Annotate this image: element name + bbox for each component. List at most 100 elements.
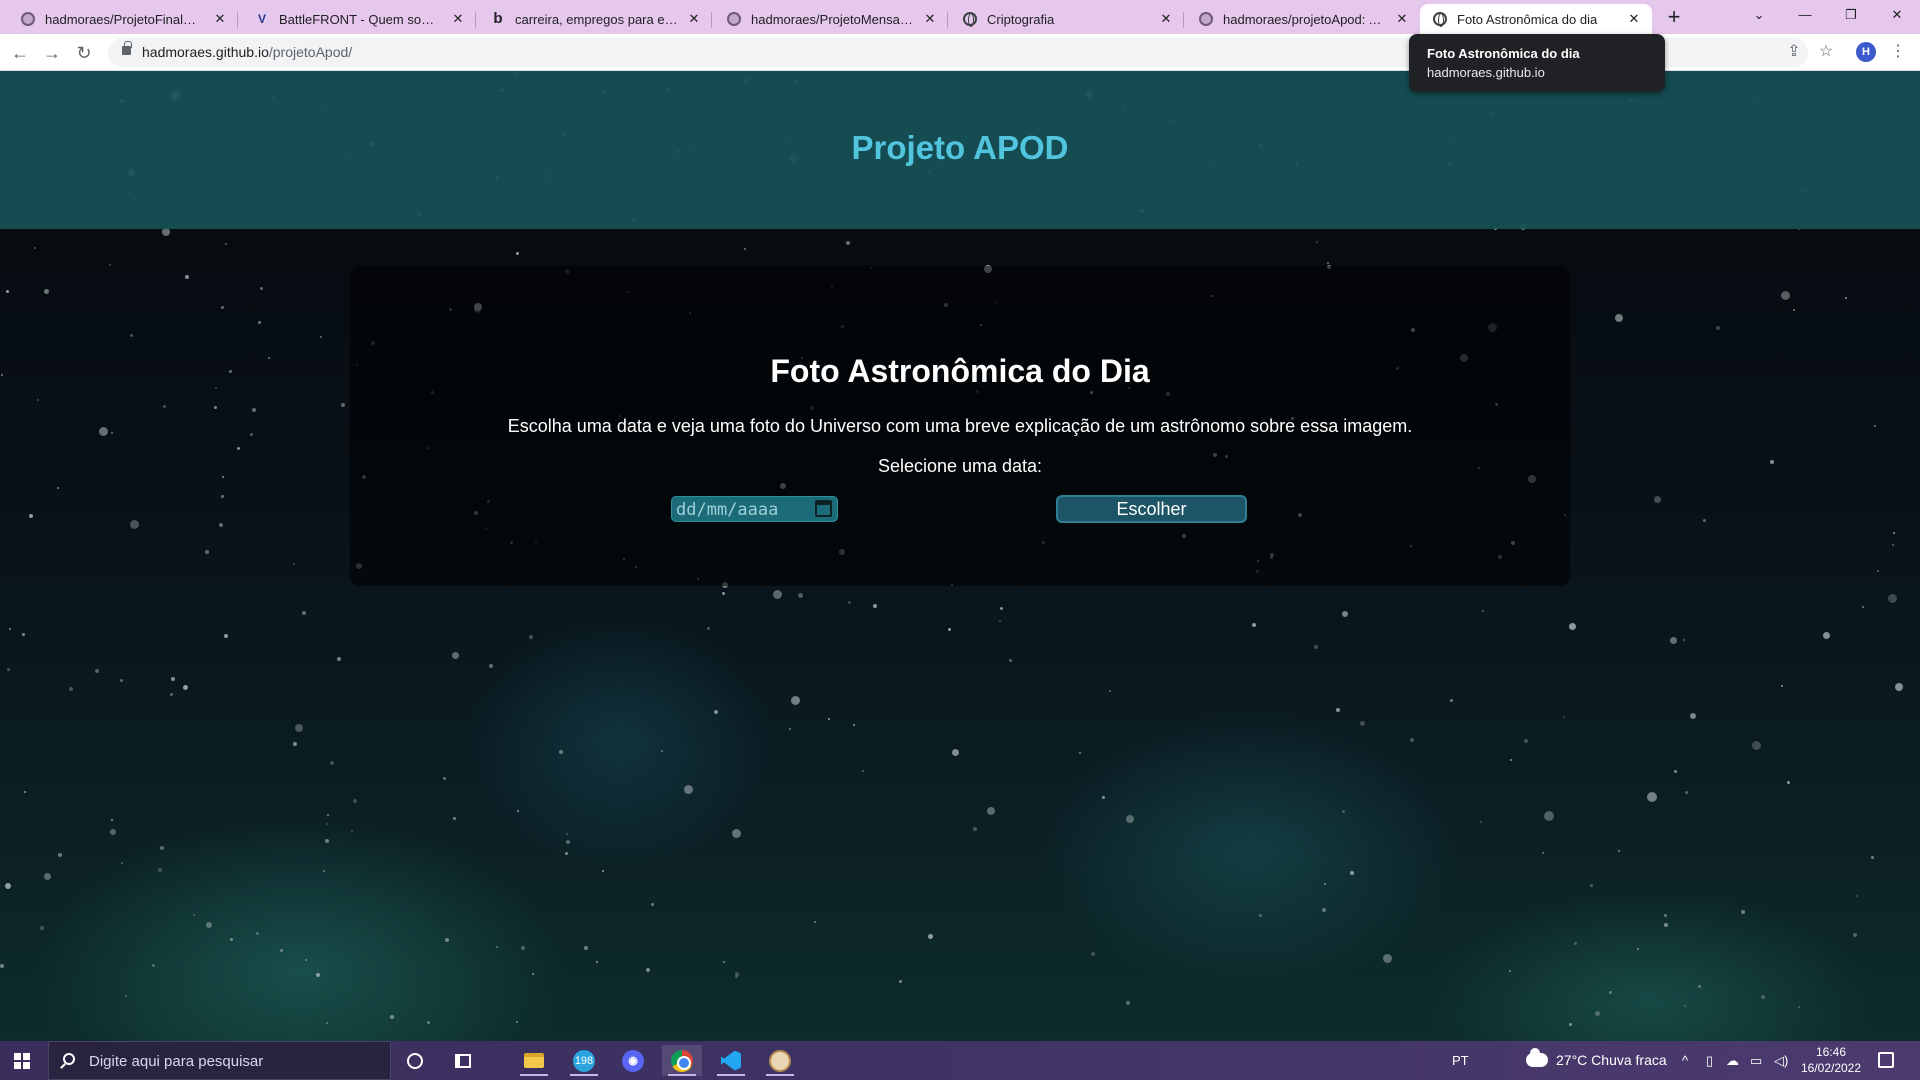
star-dot	[330, 761, 334, 765]
discord-icon[interactable]: ◉	[613, 1045, 653, 1076]
star-dot	[1703, 519, 1706, 522]
close-icon[interactable]: ✕	[686, 11, 702, 27]
star-dot	[1716, 326, 1720, 330]
star-dot	[193, 914, 195, 916]
date-input[interactable]: dd/mm/aaaa	[671, 496, 838, 522]
star-dot	[735, 975, 738, 978]
url-host: hadmoraes.github.io	[142, 44, 269, 60]
close-icon[interactable]: ✕	[1394, 11, 1410, 27]
star-dot	[1322, 908, 1326, 912]
taskbar-search-box[interactable]: Digite aqui para pesquisar	[48, 1041, 391, 1080]
calendar-icon[interactable]	[815, 500, 832, 517]
star-dot	[516, 1021, 518, 1023]
star-dot	[293, 563, 295, 565]
close-icon[interactable]: ✕	[450, 11, 466, 27]
cortana-icon[interactable]	[395, 1045, 435, 1076]
profile-avatar[interactable]: H	[1856, 42, 1876, 62]
minimize-button[interactable]: —	[1782, 0, 1828, 30]
star-dot	[280, 949, 283, 952]
notification-icon[interactable]	[1878, 1052, 1894, 1068]
onedrive-cloud-icon[interactable]: ☁	[1726, 1041, 1739, 1080]
chevron-up-icon[interactable]: ^	[1682, 1041, 1688, 1080]
url-path: /projetoApod/	[268, 44, 353, 60]
star-dot	[999, 620, 1001, 622]
bookmark-star-icon[interactable]: ☆	[1812, 38, 1840, 66]
weather-text[interactable]: 27°C Chuva fraca	[1556, 1041, 1667, 1080]
task-view-icon[interactable]	[443, 1045, 483, 1076]
star-dot	[532, 973, 534, 975]
close-icon[interactable]: ✕	[1626, 11, 1642, 27]
star-dot	[7, 668, 10, 671]
tab-criptografia[interactable]: Criptografia ✕	[950, 4, 1184, 34]
telegram-icon[interactable]: 198	[564, 1045, 604, 1076]
star-dot	[661, 750, 663, 752]
star-dot	[214, 406, 217, 409]
github-icon	[1198, 11, 1214, 27]
tab-carreira[interactable]: b carreira, empregos para estágio ✕	[478, 4, 712, 34]
vscode-icon[interactable]	[711, 1045, 751, 1076]
tab-battlefront[interactable]: V BattleFRONT - Quem somos nós ✕	[242, 4, 476, 34]
close-icon[interactable]: ✕	[212, 11, 228, 27]
star-dot	[1741, 910, 1745, 914]
close-icon[interactable]: ✕	[1158, 11, 1174, 27]
star-dot	[1079, 752, 1081, 754]
star-dot	[529, 635, 533, 639]
star-dot	[1509, 970, 1511, 972]
network-icon[interactable]: ▭	[1750, 1041, 1762, 1080]
star-dot	[1102, 796, 1105, 799]
tab-github-projetofinal[interactable]: hadmoraes/ProjetoFinalModulo ✕	[8, 4, 238, 34]
star-dot	[1542, 852, 1544, 854]
language-indicator[interactable]: PT	[1452, 1041, 1469, 1080]
star-dot	[163, 405, 166, 408]
file-explorer-icon[interactable]	[514, 1045, 554, 1076]
url-text[interactable]: hadmoraes.github.io/projetoApod/	[142, 44, 352, 60]
star-dot	[302, 611, 306, 615]
lock-icon[interactable]	[122, 41, 132, 55]
tab-title: BattleFRONT - Quem somos nós	[279, 11, 444, 27]
tab-github-projetoapod[interactable]: hadmoraes/projetoApod: A Nas ✕	[1186, 4, 1420, 34]
star-dot	[1823, 632, 1830, 639]
new-tab-button[interactable]: +	[1660, 4, 1688, 30]
star-dot	[1091, 952, 1095, 956]
restore-button[interactable]: ❐	[1828, 0, 1874, 30]
star-dot	[1524, 739, 1528, 743]
close-icon[interactable]: ✕	[922, 11, 938, 27]
chrome-icon[interactable]	[662, 1045, 702, 1076]
tab-search-icon[interactable]: ⌄	[1736, 0, 1782, 30]
windows-start-icon[interactable]	[14, 1053, 30, 1069]
reload-icon[interactable]: ↻	[70, 39, 98, 67]
tab-github-projetomensagem[interactable]: hadmoraes/ProjetoMensagemC ✕	[714, 4, 948, 34]
star-dot	[29, 514, 33, 518]
star-dot	[1685, 791, 1688, 794]
star-dot	[1781, 291, 1790, 300]
star-dot	[219, 523, 223, 527]
star-dot	[1877, 570, 1879, 572]
star-dot	[1569, 623, 1576, 630]
star-dot	[1664, 914, 1667, 917]
star-dot	[152, 964, 155, 967]
star-dot	[1574, 942, 1577, 945]
star-dot	[24, 791, 26, 793]
close-window-button[interactable]: ✕	[1874, 0, 1920, 30]
tab-foto-astronomica[interactable]: Foto Astronômica do dia ✕	[1420, 4, 1652, 34]
system-clock[interactable]: 16:46 16/02/2022	[1794, 1044, 1868, 1076]
star-dot	[5, 883, 11, 889]
star-dot	[773, 590, 782, 599]
choose-button[interactable]: Escolher	[1056, 495, 1247, 523]
star-dot	[1480, 821, 1482, 823]
menu-kebab-icon[interactable]: ⋮	[1884, 38, 1912, 66]
device-icon[interactable]: ▯	[1706, 1041, 1713, 1080]
star-dot	[596, 961, 598, 963]
back-arrow-icon[interactable]: ←	[6, 39, 34, 67]
weather-cloud-icon[interactable]	[1526, 1048, 1548, 1067]
forward-arrow-icon[interactable]: →	[38, 39, 66, 67]
star-dot	[1482, 610, 1484, 612]
page-header: Projeto APOD	[0, 71, 1920, 229]
star-dot	[120, 679, 123, 682]
star-dot	[1126, 1001, 1130, 1005]
paint-icon[interactable]	[760, 1045, 800, 1076]
star-dot	[252, 408, 256, 412]
star-dot	[121, 862, 123, 864]
share-icon[interactable]: ⇪	[1780, 38, 1808, 66]
volume-icon[interactable]: ◁)	[1774, 1041, 1788, 1080]
